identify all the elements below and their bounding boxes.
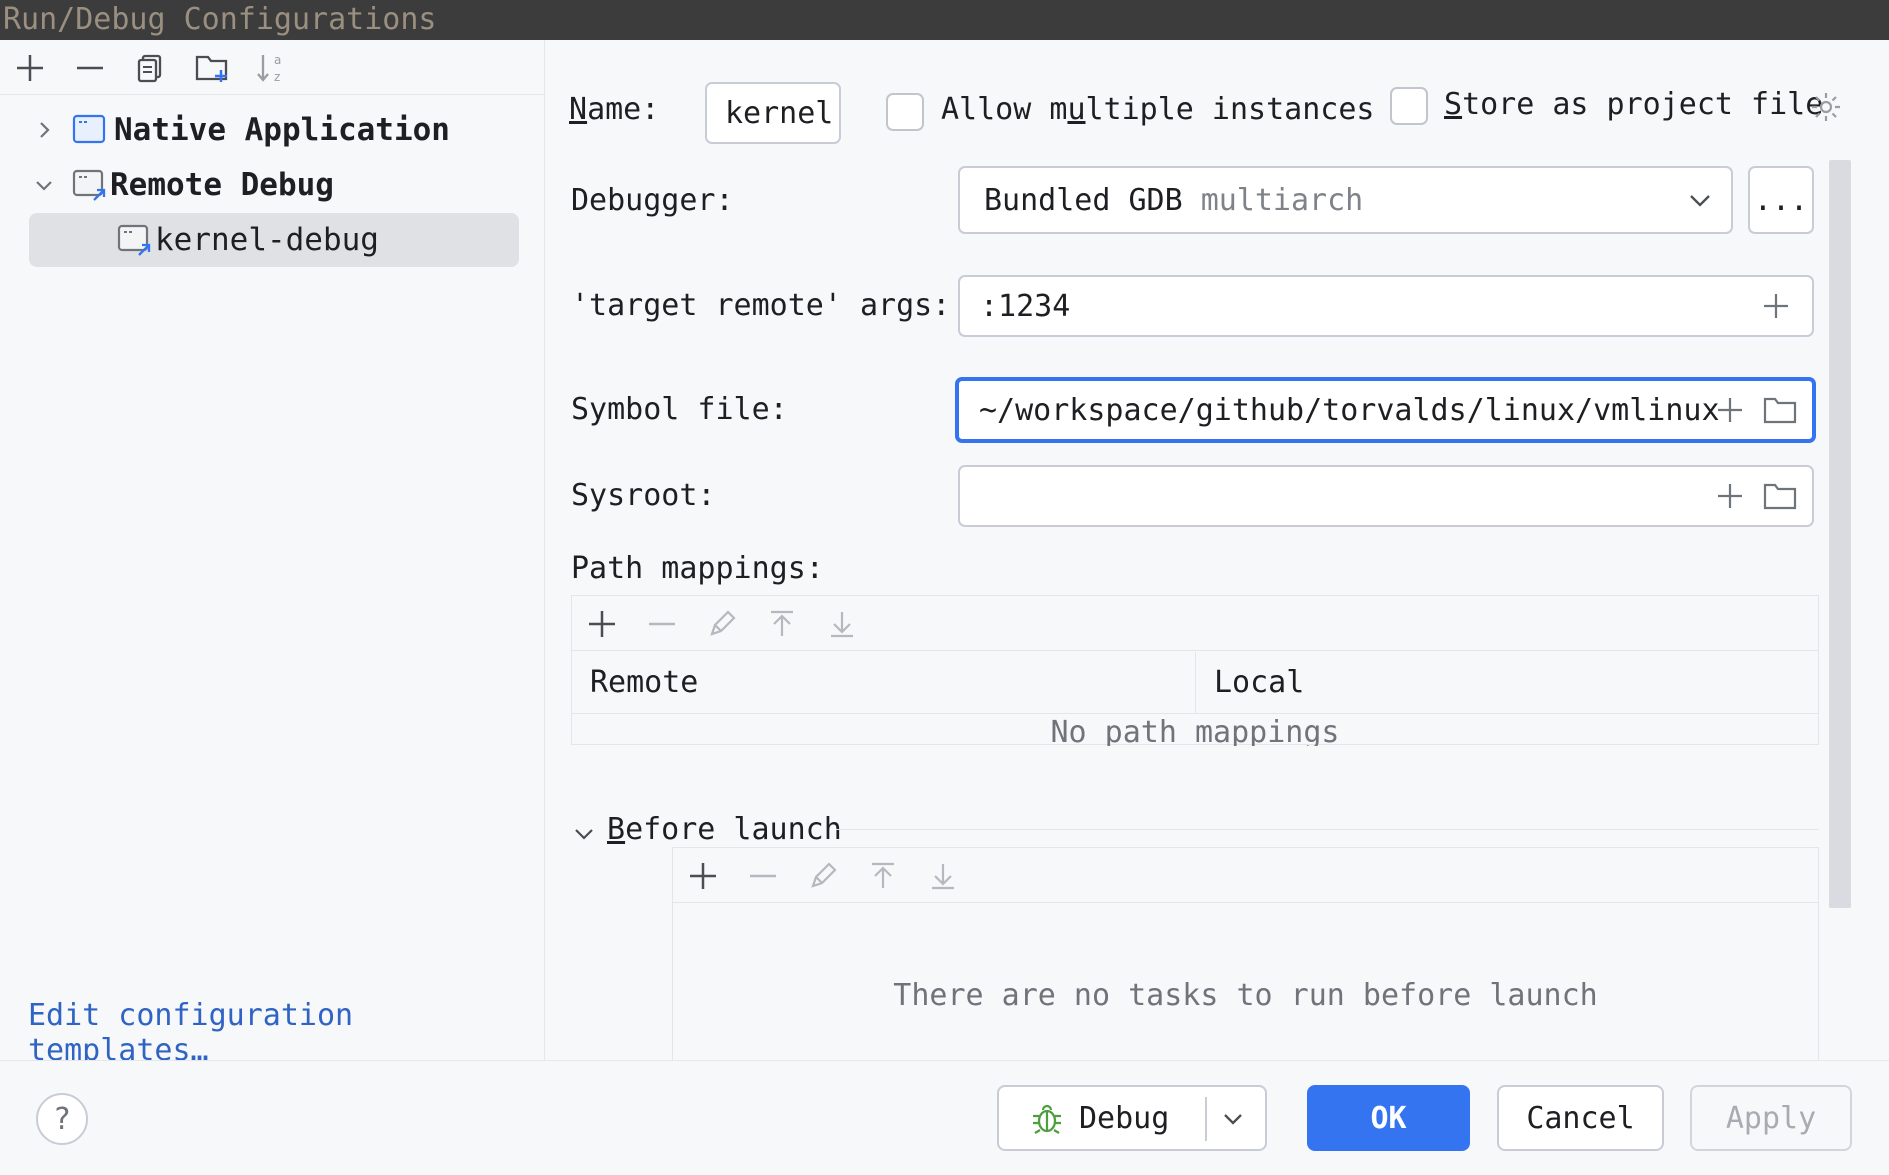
debugger-browse-button[interactable]: ... xyxy=(1748,166,1814,234)
before-launch-label[interactable]: Before launch xyxy=(607,812,842,847)
debugger-hint: multiarch xyxy=(1200,182,1364,218)
debug-split-button: Debug xyxy=(997,1085,1267,1151)
target-remote-value: :1234 xyxy=(980,288,1071,324)
tree-item-native-application[interactable]: Native Application xyxy=(24,105,524,155)
column-header-remote[interactable]: Remote xyxy=(590,652,698,714)
svg-text:a: a xyxy=(274,53,281,67)
chevron-right-icon[interactable] xyxy=(24,110,64,150)
cancel-button[interactable]: Cancel xyxy=(1497,1085,1664,1151)
remote-debug-icon xyxy=(117,222,153,258)
sysroot-label: Sysroot: xyxy=(571,478,716,513)
sort-alpha-icon[interactable]: az xyxy=(252,48,292,88)
symbol-file-value: ~/workspace/github/torvalds/linux/vmlinu… xyxy=(979,392,1720,428)
chevron-down-icon[interactable] xyxy=(24,165,64,205)
add-icon[interactable] xyxy=(10,48,50,88)
allow-multiple-instances-label[interactable]: Allow multiple instances xyxy=(941,92,1374,127)
remove-icon[interactable] xyxy=(743,856,783,896)
column-header-local[interactable]: Local xyxy=(1214,652,1304,714)
add-icon[interactable] xyxy=(582,604,622,644)
path-mappings-label: Path mappings: xyxy=(571,551,824,586)
allow-multiple-instances-checkbox[interactable] xyxy=(886,93,924,131)
chevron-down-icon[interactable] xyxy=(572,816,598,842)
path-mappings-empty-text: No path mappings xyxy=(1050,716,1340,746)
target-remote-label: 'target remote' args: xyxy=(571,288,951,323)
tree-item-label: Remote Debug xyxy=(110,167,334,203)
tree-item-kernel-debug[interactable]: kernel-debug xyxy=(29,213,519,267)
chevron-down-icon[interactable] xyxy=(1219,1105,1249,1135)
add-icon[interactable] xyxy=(683,856,723,896)
path-mappings-toolbar xyxy=(572,596,1818,651)
apply-button[interactable]: Apply xyxy=(1690,1085,1852,1151)
move-up-icon[interactable] xyxy=(762,604,802,644)
target-remote-field[interactable]: :1234 xyxy=(958,275,1814,337)
configurations-tree-panel: az Native Application Remote Debug kerne… xyxy=(0,40,545,1068)
tree-item-label: kernel-debug xyxy=(155,222,379,258)
symbol-file-field[interactable]: ~/workspace/github/torvalds/linux/vmlinu… xyxy=(955,377,1816,443)
ok-button[interactable]: OK xyxy=(1307,1085,1470,1151)
sysroot-field[interactable] xyxy=(958,465,1814,527)
add-icon[interactable] xyxy=(1712,392,1748,428)
folder-icon[interactable] xyxy=(1762,478,1798,514)
chevron-down-icon xyxy=(1687,186,1713,221)
dialog-footer: ? Debug OK Cancel Apply xyxy=(0,1060,1889,1175)
debug-button[interactable]: Debug xyxy=(1079,1101,1169,1136)
debug-bug-icon xyxy=(1029,1100,1065,1136)
folder-icon[interactable] xyxy=(1762,392,1798,428)
before-launch-tasks: There are no tasks to run before launch xyxy=(672,847,1819,1060)
tree-item-label: Native Application xyxy=(114,112,450,148)
column-divider xyxy=(1195,652,1196,714)
edit-icon[interactable] xyxy=(702,604,742,644)
ellipsis-label: ... xyxy=(1753,182,1809,218)
gear-icon[interactable] xyxy=(1808,89,1844,125)
help-button[interactable]: ? xyxy=(36,1093,88,1145)
before-launch-separator xyxy=(836,829,1819,830)
svg-text:z: z xyxy=(274,70,280,84)
window-title: Run/Debug Configurations xyxy=(0,0,1889,40)
split-divider xyxy=(1205,1097,1207,1141)
add-icon[interactable] xyxy=(1712,478,1748,514)
native-application-icon xyxy=(72,112,108,148)
move-up-icon[interactable] xyxy=(863,856,903,896)
before-launch-toolbar xyxy=(673,848,1818,903)
path-mappings-header: Remote Local xyxy=(572,652,1818,714)
before-launch-empty-text: There are no tasks to run before launch xyxy=(893,978,1598,1013)
path-mappings-table: Remote Local No path mappings xyxy=(571,595,1819,746)
debugger-select[interactable]: Bundled GDB multiarch xyxy=(958,166,1733,234)
new-folder-icon[interactable] xyxy=(192,48,232,88)
add-icon[interactable] xyxy=(1758,288,1794,324)
name-field[interactable]: kernel xyxy=(705,82,841,144)
debugger-value: Bundled GDB xyxy=(984,182,1183,218)
tree-item-remote-debug[interactable]: Remote Debug xyxy=(24,160,524,210)
remove-icon[interactable] xyxy=(70,48,110,88)
tree-toolbar: az xyxy=(0,40,545,95)
debugger-label: Debugger: xyxy=(571,183,734,218)
edit-icon[interactable] xyxy=(803,856,843,896)
move-down-icon[interactable] xyxy=(923,856,963,896)
name-label: Name: xyxy=(569,92,660,127)
name-field-value: kernel xyxy=(725,95,834,131)
store-as-project-file-checkbox[interactable] xyxy=(1390,87,1428,125)
symbol-file-label: Symbol file: xyxy=(571,392,788,427)
remove-icon[interactable] xyxy=(642,604,682,644)
move-down-icon[interactable] xyxy=(822,604,862,644)
copy-icon[interactable] xyxy=(130,48,170,88)
remote-debug-icon xyxy=(72,167,108,203)
store-as-project-file-label[interactable]: Store as project file xyxy=(1444,87,1823,122)
form-scrollbar[interactable] xyxy=(1829,160,1851,908)
edit-configuration-templates-link[interactable]: Edit configuration templates… xyxy=(28,998,544,1068)
